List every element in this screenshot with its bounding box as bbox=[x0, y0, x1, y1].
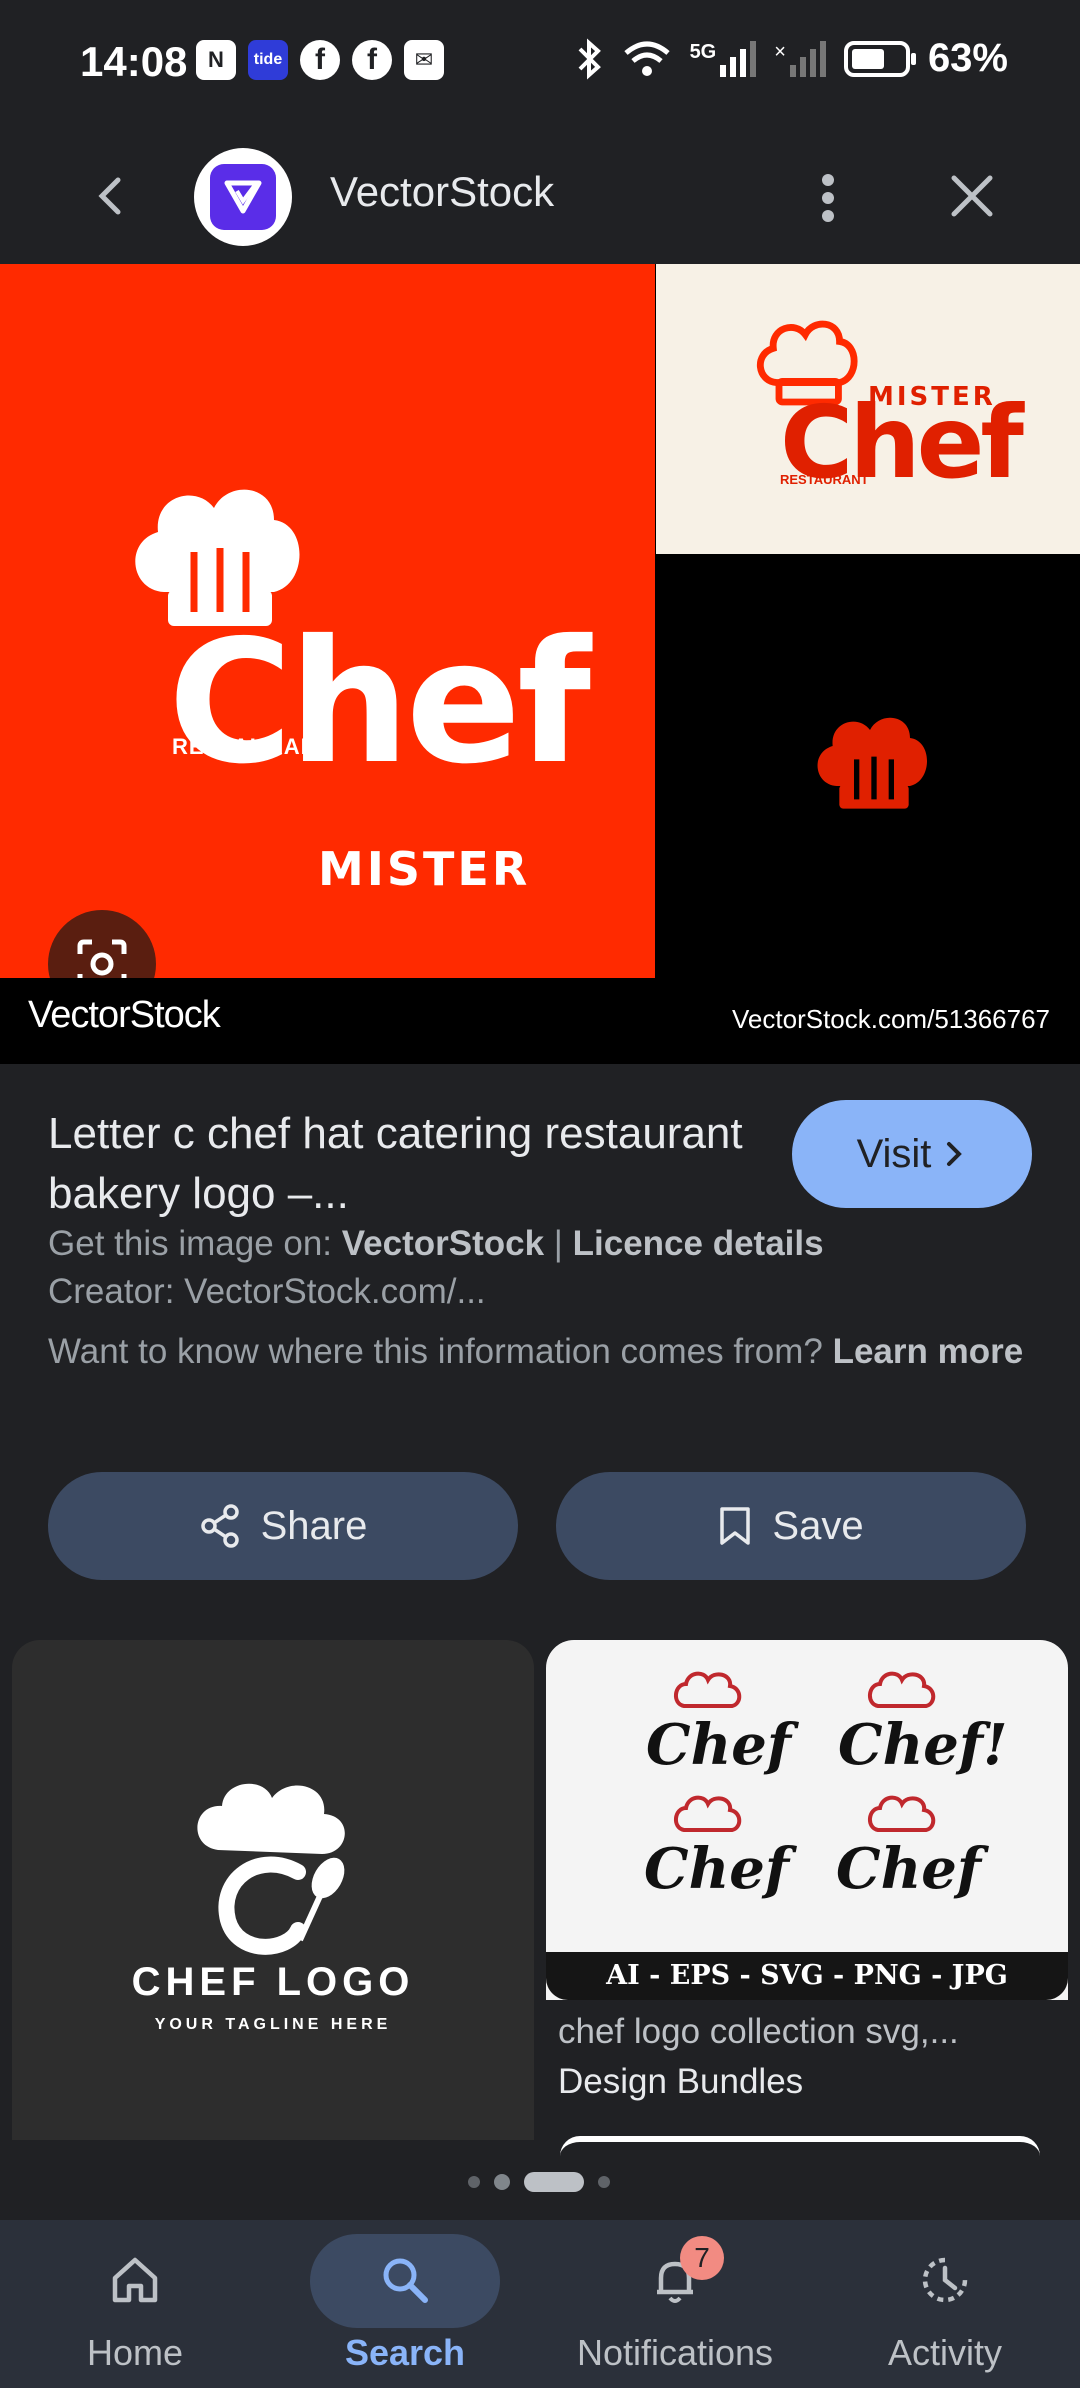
bluetooth-icon bbox=[578, 38, 601, 79]
chef-logo-text: CHEF LOGO bbox=[131, 1960, 415, 2004]
close-icon[interactable] bbox=[944, 168, 1000, 224]
chef-hat-icon bbox=[868, 1671, 936, 1708]
chef-hat-icon bbox=[674, 1795, 742, 1832]
tide-icon: tide bbox=[248, 40, 288, 80]
site-favicon bbox=[194, 148, 292, 246]
signal-icon: × bbox=[774, 40, 826, 77]
learn-more-link[interactable]: Learn more bbox=[833, 1332, 1024, 1371]
chef-hat-icon bbox=[868, 1795, 936, 1832]
battery-percent: 63% bbox=[927, 36, 1008, 80]
preview-image[interactable]: MISTER Chef RESTAURANT MISTER Chef RESTA… bbox=[0, 264, 1080, 1064]
status-time: 14:08 bbox=[80, 38, 188, 85]
chevron-right-icon bbox=[947, 1142, 963, 1166]
info-question: Want to know where this information come… bbox=[48, 1332, 833, 1371]
facebook-icon: f bbox=[300, 40, 340, 80]
image-source-line: Get this image on: VectorStock | Licence… bbox=[48, 1220, 824, 1268]
back-icon[interactable] bbox=[84, 168, 140, 224]
logo-panel-red: MISTER Chef RESTAURANT bbox=[0, 264, 655, 978]
logo-word-mister: MISTER bbox=[318, 842, 531, 896]
licence-details-link[interactable]: Licence details bbox=[573, 1224, 824, 1263]
logo-word-restaurant: RESTAURANT bbox=[780, 472, 869, 487]
status-bar: 14:08 N tide f f ✉ 5G × 63% bbox=[0, 0, 1080, 128]
share-label: Share bbox=[260, 1503, 368, 1548]
nav-label: Notifications bbox=[576, 2332, 774, 2373]
logo-panel-cream: MISTER Chef RESTAURANT bbox=[656, 264, 1080, 554]
chef-hat-c-icon bbox=[197, 1783, 345, 1955]
bookmark-icon bbox=[720, 1507, 751, 1545]
pagination-dots bbox=[468, 2172, 610, 2192]
logo-word-chef: Chef bbox=[168, 604, 591, 802]
notification-badge: 7 bbox=[680, 2236, 724, 2280]
source-site-link[interactable]: VectorStock bbox=[342, 1224, 544, 1263]
page-dot bbox=[494, 2174, 510, 2190]
site-name: VectorStock bbox=[330, 168, 555, 215]
battery-icon bbox=[843, 40, 916, 77]
logo-panel-black bbox=[664, 556, 1080, 978]
viewer-header: VectorStock bbox=[0, 128, 1080, 264]
separator: | bbox=[544, 1224, 573, 1263]
related-image-source: Design Bundles bbox=[558, 2062, 804, 2101]
page-dot bbox=[598, 2176, 610, 2188]
mini-logo: Chef! bbox=[838, 1712, 1008, 1778]
vectorstock-logo-icon bbox=[224, 180, 262, 214]
network-type: 5G bbox=[689, 40, 717, 63]
home-icon bbox=[112, 2257, 158, 2303]
signal-5g: 5G bbox=[689, 40, 757, 77]
file-formats-banner: AI - EPS - SVG - PNG - JPG bbox=[546, 1952, 1068, 2000]
nav-label: Home bbox=[86, 2332, 184, 2373]
watermark-url: VectorStock.com/51366767 bbox=[732, 1004, 1050, 1034]
source-prefix: Get this image on: bbox=[48, 1224, 342, 1263]
tagline-text: YOUR TAGLINE HERE bbox=[154, 2016, 392, 2033]
chef-hat-icon bbox=[817, 717, 927, 809]
nav-item-notifications[interactable]: 7 Notifications bbox=[540, 2220, 810, 2388]
share-icon bbox=[200, 1504, 239, 1548]
search-icon bbox=[383, 2258, 428, 2303]
mini-logo: Chef bbox=[646, 1712, 792, 1778]
image-watermark-bar: VectorStock VectorStock.com/51366767 bbox=[0, 978, 1080, 1064]
image-title[interactable]: Letter c chef hat catering restaurant ba… bbox=[48, 1104, 748, 1224]
next-card-edge bbox=[560, 2136, 1040, 2156]
related-image-title[interactable]: chef logo collection svg,... bbox=[558, 2012, 959, 2052]
activity-icon bbox=[922, 2257, 968, 2303]
bottom-navigation: Home Search 7 Notifications Activity bbox=[0, 2220, 1080, 2388]
nav-item-home[interactable]: Home bbox=[0, 2220, 270, 2388]
system-icons: 5G × 63% bbox=[574, 36, 1008, 81]
nav-item-activity[interactable]: Activity bbox=[810, 2220, 1080, 2388]
chef-hat-icon bbox=[674, 1671, 742, 1708]
nav-label: Activity bbox=[887, 2332, 1002, 2373]
nav-label: Search bbox=[344, 2332, 466, 2373]
mini-logo: Chef bbox=[836, 1836, 982, 1902]
creator-line: Creator: VectorStock.com/... bbox=[48, 1272, 486, 1311]
nfc-icon: N bbox=[196, 40, 236, 80]
visit-button[interactable]: Visit bbox=[792, 1100, 1032, 1208]
save-label: Save bbox=[772, 1503, 864, 1548]
related-image-card[interactable]: CHEF LOGO YOUR TAGLINE HERE bbox=[12, 1640, 534, 2140]
logo-word-restaurant: RESTAURANT bbox=[172, 734, 332, 759]
visit-label: Visit bbox=[856, 1131, 932, 1176]
save-button[interactable]: Save bbox=[556, 1472, 1026, 1580]
notification-icons: N tide f f ✉ bbox=[196, 40, 444, 80]
page-dot-active bbox=[524, 2172, 584, 2192]
mail-icon: ✉ bbox=[404, 40, 444, 80]
page-dot bbox=[468, 2176, 480, 2188]
more-options-icon[interactable] bbox=[810, 158, 846, 238]
mini-logo: Chef bbox=[644, 1836, 790, 1902]
info-source-line: Want to know where this information come… bbox=[48, 1328, 1038, 1376]
watermark-brand: VectorStock bbox=[28, 994, 221, 1036]
facebook-icon: f bbox=[352, 40, 392, 80]
share-button[interactable]: Share bbox=[48, 1472, 518, 1580]
wifi-icon bbox=[623, 41, 670, 76]
nav-item-search[interactable]: Search bbox=[270, 2220, 540, 2388]
related-image-card[interactable]: Chef Chef! Chef Chef AI - EPS - SVG - PN… bbox=[546, 1640, 1068, 2000]
